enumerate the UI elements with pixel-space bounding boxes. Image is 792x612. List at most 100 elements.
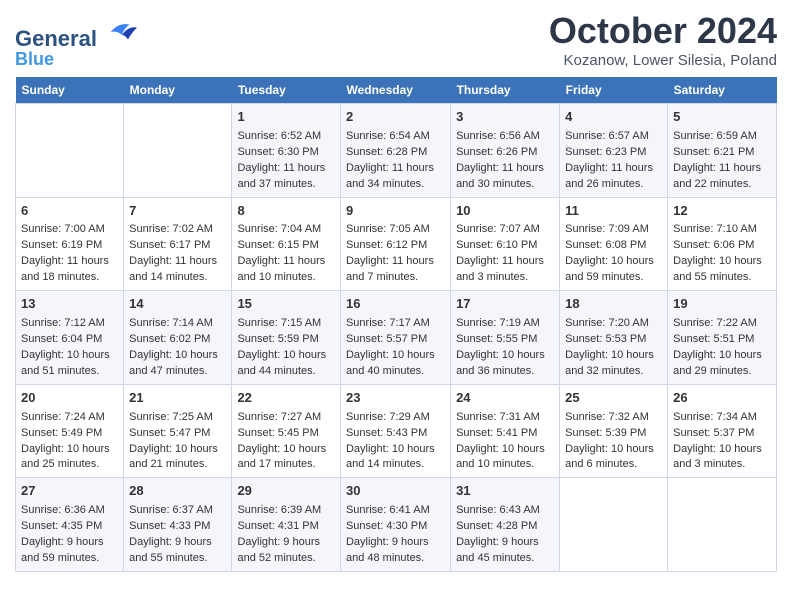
calendar-cell: 27 Sunrise: 6:36 AM Sunset: 4:35 PM Dayli… [16, 478, 124, 572]
calendar-cell: 12Sunrise: 7:10 AM Sunset: 6:06 PM Dayli… [668, 197, 777, 291]
day-info: Sunrise: 6:36 AM Sunset: 4:35 PM Dayligh… [21, 504, 105, 564]
calendar-cell: 6Sunrise: 7:00 AM Sunset: 6:19 PM Daylig… [16, 197, 124, 291]
calendar-cell: 3 Sunrise: 6:56 AM Sunset: 6:26 PM Daylig… [451, 104, 560, 198]
week-row-4: 20Sunrise: 7:24 AM Sunset: 5:49 PM Dayli… [16, 384, 777, 478]
week-row-2: 6Sunrise: 7:00 AM Sunset: 6:19 PM Daylig… [16, 197, 777, 291]
day-number: 23 [346, 389, 445, 408]
calendar-cell: 14Sunrise: 7:14 AM Sunset: 6:02 PM Dayli… [124, 291, 232, 385]
day-number: 5 [673, 108, 771, 127]
day-info: Sunrise: 7:24 AM Sunset: 5:49 PM Dayligh… [21, 411, 110, 471]
day-info: Sunrise: 7:27 AM Sunset: 5:45 PM Dayligh… [237, 411, 326, 471]
day-number: 6 [21, 202, 118, 221]
calendar-cell: 31 Sunrise: 6:43 AM Sunset: 4:28 PM Dayli… [451, 478, 560, 572]
day-info: Sunrise: 6:57 AM Sunset: 6:23 PM Dayligh… [565, 130, 653, 190]
day-number: 27 [21, 482, 118, 501]
calendar-cell: 10 Sunrise: 7:07 AM Sunset: 6:10 PM Dayli… [451, 197, 560, 291]
weekday-monday: Monday [124, 77, 232, 104]
day-info: Sunrise: 7:02 AM Sunset: 6:17 PM Dayligh… [129, 223, 217, 283]
day-number: 22 [237, 389, 335, 408]
calendar-cell: 4 Sunrise: 6:57 AM Sunset: 6:23 PM Daylig… [560, 104, 668, 198]
calendar-cell: 11 Sunrise: 7:09 AM Sunset: 6:08 PM Dayli… [560, 197, 668, 291]
calendar-cell: 21 Sunrise: 7:25 AM Sunset: 5:47 PM Dayli… [124, 384, 232, 478]
weekday-thursday: Thursday [451, 77, 560, 104]
calendar-cell: 29 Sunrise: 6:39 AM Sunset: 4:31 PM Dayli… [232, 478, 341, 572]
weekday-header-row: SundayMondayTuesdayWednesdayThursdayFrid… [16, 77, 777, 104]
day-number: 24 [456, 389, 554, 408]
weekday-wednesday: Wednesday [340, 77, 450, 104]
calendar-cell [668, 478, 777, 572]
weekday-friday: Friday [560, 77, 668, 104]
logo-text: General [15, 18, 137, 50]
calendar-cell: 30 Sunrise: 6:41 AM Sunset: 4:30 PM Dayli… [340, 478, 450, 572]
weekday-tuesday: Tuesday [232, 77, 341, 104]
day-info: Sunrise: 6:41 AM Sunset: 4:30 PM Dayligh… [346, 504, 430, 564]
day-number: 4 [565, 108, 662, 127]
day-number: 10 [456, 202, 554, 221]
title-area: October 2024 Kozanow, Lower Silesia, Pol… [549, 10, 777, 69]
day-number: 1 [237, 108, 335, 127]
calendar-cell: 25 Sunrise: 7:32 AM Sunset: 5:39 PM Dayli… [560, 384, 668, 478]
day-number: 25 [565, 389, 662, 408]
logo: General Blue [15, 18, 137, 68]
day-info: Sunrise: 7:20 AM Sunset: 5:53 PM Dayligh… [565, 317, 654, 377]
day-number: 7 [129, 202, 226, 221]
day-number: 18 [565, 295, 662, 314]
day-info: Sunrise: 6:56 AM Sunset: 6:26 PM Dayligh… [456, 130, 544, 190]
day-info: Sunrise: 6:39 AM Sunset: 4:31 PM Dayligh… [237, 504, 321, 564]
day-number: 16 [346, 295, 445, 314]
calendar-cell: 8 Sunrise: 7:04 AM Sunset: 6:15 PM Daylig… [232, 197, 341, 291]
day-number: 19 [673, 295, 771, 314]
calendar-cell: 2Sunrise: 6:54 AM Sunset: 6:28 PM Daylig… [340, 104, 450, 198]
calendar-cell: 5 Sunrise: 6:59 AM Sunset: 6:21 PM Daylig… [668, 104, 777, 198]
calendar-cell: 13Sunrise: 7:12 AM Sunset: 6:04 PM Dayli… [16, 291, 124, 385]
calendar-cell: 23 Sunrise: 7:29 AM Sunset: 5:43 PM Dayli… [340, 384, 450, 478]
calendar-cell [16, 104, 124, 198]
weekday-saturday: Saturday [668, 77, 777, 104]
location-subtitle: Kozanow, Lower Silesia, Poland [549, 52, 777, 69]
day-number: 8 [237, 202, 335, 221]
month-title: October 2024 [549, 10, 777, 52]
day-number: 3 [456, 108, 554, 127]
day-info: Sunrise: 6:37 AM Sunset: 4:33 PM Dayligh… [129, 504, 213, 564]
logo-bird-icon [107, 18, 137, 46]
day-number: 15 [237, 295, 335, 314]
day-number: 21 [129, 389, 226, 408]
calendar-body: 1Sunrise: 6:52 AM Sunset: 6:30 PM Daylig… [16, 104, 777, 572]
day-info: Sunrise: 7:05 AM Sunset: 6:12 PM Dayligh… [346, 223, 434, 283]
day-info: Sunrise: 7:07 AM Sunset: 6:10 PM Dayligh… [456, 223, 544, 283]
day-number: 28 [129, 482, 226, 501]
day-info: Sunrise: 6:54 AM Sunset: 6:28 PM Dayligh… [346, 130, 434, 190]
calendar-table: SundayMondayTuesdayWednesdayThursdayFrid… [15, 77, 777, 572]
calendar-cell: 28 Sunrise: 6:37 AM Sunset: 4:33 PM Dayli… [124, 478, 232, 572]
calendar-cell: 18 Sunrise: 7:20 AM Sunset: 5:53 PM Dayli… [560, 291, 668, 385]
day-info: Sunrise: 6:59 AM Sunset: 6:21 PM Dayligh… [673, 130, 761, 190]
day-number: 26 [673, 389, 771, 408]
day-info: Sunrise: 7:34 AM Sunset: 5:37 PM Dayligh… [673, 411, 762, 471]
day-info: Sunrise: 6:43 AM Sunset: 4:28 PM Dayligh… [456, 504, 540, 564]
logo-blue: Blue [15, 50, 137, 68]
day-number: 11 [565, 202, 662, 221]
day-info: Sunrise: 7:17 AM Sunset: 5:57 PM Dayligh… [346, 317, 435, 377]
day-info: Sunrise: 7:12 AM Sunset: 6:04 PM Dayligh… [21, 317, 110, 377]
week-row-5: 27 Sunrise: 6:36 AM Sunset: 4:35 PM Dayli… [16, 478, 777, 572]
calendar-cell: 22 Sunrise: 7:27 AM Sunset: 5:45 PM Dayli… [232, 384, 341, 478]
weekday-sunday: Sunday [16, 77, 124, 104]
day-number: 31 [456, 482, 554, 501]
calendar-cell: 26 Sunrise: 7:34 AM Sunset: 5:37 PM Dayli… [668, 384, 777, 478]
day-number: 29 [237, 482, 335, 501]
day-number: 9 [346, 202, 445, 221]
day-info: Sunrise: 7:31 AM Sunset: 5:41 PM Dayligh… [456, 411, 545, 471]
day-number: 30 [346, 482, 445, 501]
day-info: Sunrise: 7:25 AM Sunset: 5:47 PM Dayligh… [129, 411, 218, 471]
calendar-cell [124, 104, 232, 198]
day-info: Sunrise: 7:32 AM Sunset: 5:39 PM Dayligh… [565, 411, 654, 471]
day-info: Sunrise: 7:09 AM Sunset: 6:08 PM Dayligh… [565, 223, 654, 283]
day-info: Sunrise: 7:10 AM Sunset: 6:06 PM Dayligh… [673, 223, 762, 283]
calendar-cell [560, 478, 668, 572]
day-info: Sunrise: 7:04 AM Sunset: 6:15 PM Dayligh… [237, 223, 325, 283]
calendar-cell: 7 Sunrise: 7:02 AM Sunset: 6:17 PM Daylig… [124, 197, 232, 291]
day-number: 14 [129, 295, 226, 314]
day-number: 17 [456, 295, 554, 314]
calendar-cell: 1Sunrise: 6:52 AM Sunset: 6:30 PM Daylig… [232, 104, 341, 198]
day-info: Sunrise: 7:29 AM Sunset: 5:43 PM Dayligh… [346, 411, 435, 471]
